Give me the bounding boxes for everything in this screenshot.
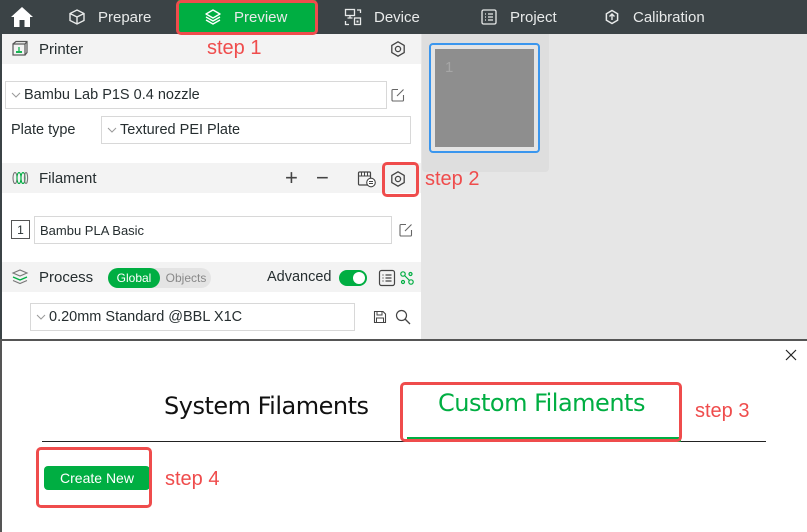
filament-manager-dialog: System Filaments Custom Filaments Create… xyxy=(0,339,807,532)
settings-sidebar: Printer Bambu Lab P1S 0.4 nozzle Plate t… xyxy=(0,34,421,340)
search-icon[interactable] xyxy=(395,309,411,325)
printer-icon xyxy=(12,40,28,56)
step3-label: step 3 xyxy=(695,400,750,422)
tab-label: Prepare xyxy=(98,8,152,26)
printer-settings-gear-icon[interactable] xyxy=(389,40,407,58)
filament-slot-number: 1 xyxy=(11,220,30,239)
project-list-icon xyxy=(481,9,497,25)
plate-type-label: Plate type xyxy=(11,122,76,138)
process-preset-select[interactable]: 0.20mm Standard @BBL X1C xyxy=(30,303,355,331)
plate-type-value: Textured PEI Plate xyxy=(120,122,241,138)
tab-label: Project xyxy=(510,8,557,26)
add-filament-button[interactable]: + xyxy=(285,165,298,191)
active-tab-indicator xyxy=(407,437,681,442)
advanced-toggle[interactable] xyxy=(339,270,367,286)
tab-calibration[interactable]: Calibration xyxy=(603,0,705,34)
process-layers-icon xyxy=(11,269,29,285)
tab-label: Preview xyxy=(234,8,288,26)
tab-device[interactable]: Device xyxy=(344,0,420,34)
tab-system-filaments[interactable]: System Filaments xyxy=(164,392,369,420)
toggle-knob xyxy=(353,272,365,284)
process-preset-value: 0.20mm Standard @BBL X1C xyxy=(49,309,243,325)
filament-title: Filament xyxy=(39,169,97,187)
scope-global-option[interactable]: Global xyxy=(108,268,160,288)
calibration-icon xyxy=(605,9,619,25)
plate-number: 1 xyxy=(445,59,454,76)
process-title: Process xyxy=(39,268,94,286)
step1-label: step 1 xyxy=(207,37,262,59)
advanced-label: Advanced xyxy=(267,269,332,285)
printer-preset-value: Bambu Lab P1S 0.4 nozzle xyxy=(24,87,200,103)
tab-label: Calibration xyxy=(633,8,705,26)
printer-title: Printer xyxy=(39,40,84,58)
device-icon xyxy=(344,8,362,26)
remove-filament-button[interactable]: − xyxy=(316,165,329,191)
cube-icon xyxy=(69,9,85,25)
chevron-down-icon xyxy=(36,314,46,320)
top-nav-bar: Prepare Preview Device Project Calibrati… xyxy=(0,0,807,34)
tab-preview[interactable]: Preview xyxy=(178,0,316,34)
close-icon[interactable] xyxy=(784,348,798,362)
step2-label: step 2 xyxy=(425,168,480,190)
filament-preset-select[interactable]: Bambu PLA Basic xyxy=(34,216,392,244)
filament-spool-icon xyxy=(12,171,29,185)
create-new-button[interactable]: Create New xyxy=(44,466,150,490)
tab-prepare[interactable]: Prepare xyxy=(68,0,151,34)
home-button[interactable] xyxy=(10,6,34,28)
compare-presets-icon[interactable] xyxy=(399,270,415,286)
layers-icon xyxy=(205,9,221,25)
plate-thumbnail[interactable]: 1 xyxy=(429,43,540,153)
plate-type-select[interactable]: Textured PEI Plate xyxy=(101,116,411,144)
tab-project[interactable]: Project xyxy=(480,0,557,34)
step4-label: step 4 xyxy=(165,468,220,490)
edit-printer-icon[interactable] xyxy=(391,88,405,102)
plate-preview: 1 xyxy=(435,49,534,147)
filament-preset-value: Bambu PLA Basic xyxy=(40,222,145,238)
tab-label: Device xyxy=(374,8,420,26)
process-scope-switch: Global Objects xyxy=(108,268,211,288)
params-list-icon[interactable] xyxy=(378,269,396,287)
chevron-down-icon xyxy=(11,92,21,98)
filament-settings-gear-icon[interactable] xyxy=(389,170,407,188)
save-preset-icon[interactable] xyxy=(373,310,387,324)
scope-objects-option[interactable]: Objects xyxy=(161,268,211,288)
home-icon xyxy=(11,7,33,27)
sync-ams-icon[interactable] xyxy=(357,170,376,188)
edit-filament-icon[interactable] xyxy=(399,223,413,237)
printer-preset-select[interactable]: Bambu Lab P1S 0.4 nozzle xyxy=(5,81,387,109)
tab-custom-filaments[interactable]: Custom Filaments xyxy=(438,389,645,417)
chevron-down-icon xyxy=(107,127,117,133)
